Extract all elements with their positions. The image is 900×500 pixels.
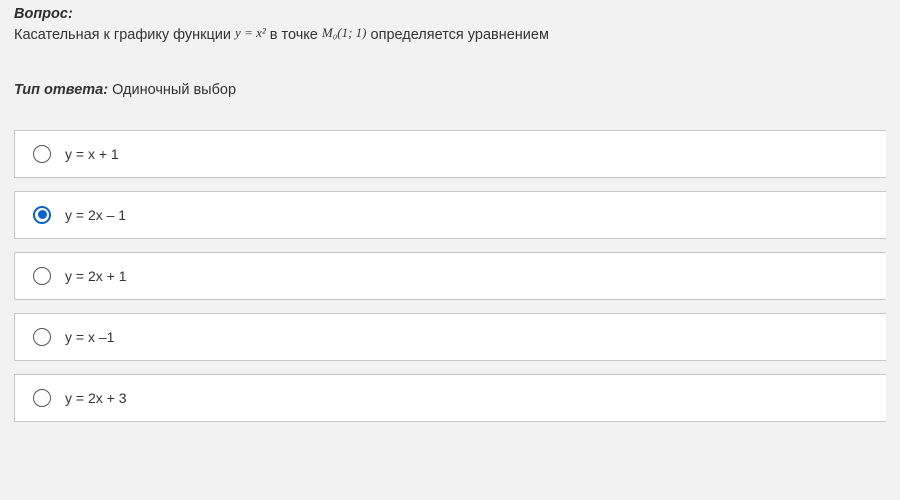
question-text: Касательная к графику функции y = x² в т… (14, 25, 886, 47)
option-3[interactable]: y = 2x + 1 (14, 252, 886, 300)
radio-icon (33, 145, 51, 163)
answer-type-value: Одиночный выбор (112, 82, 236, 98)
radio-icon (33, 328, 51, 346)
option-5[interactable]: y = 2x + 3 (14, 374, 886, 422)
radio-icon (33, 267, 51, 285)
formula-function: y = x² (235, 25, 266, 40)
option-text: y = 2x + 3 (65, 390, 126, 406)
option-text: y = 2x – 1 (65, 207, 126, 223)
radio-icon (33, 206, 51, 224)
question-part3: определяется уравнением (367, 27, 549, 43)
radio-icon (33, 389, 51, 407)
option-1[interactable]: y = x + 1 (14, 130, 886, 178)
answer-type: Тип ответа: Одиночный выбор (14, 82, 886, 98)
question-part2: в точке (266, 27, 322, 43)
option-2[interactable]: y = 2x – 1 (14, 191, 886, 239)
question-label: Вопрос: (14, 6, 886, 22)
option-4[interactable]: y = x –1 (14, 313, 886, 361)
options-list: y = x + 1 y = 2x – 1 y = 2x + 1 y = x –1… (14, 130, 886, 422)
option-text: y = 2x + 1 (65, 268, 126, 284)
question-part1: Касательная к графику функции (14, 27, 235, 43)
answer-type-label: Тип ответа: (14, 82, 108, 98)
option-text: y = x + 1 (65, 146, 119, 162)
option-text: y = x –1 (65, 329, 114, 345)
formula-point: M₀(1; 1) (322, 25, 367, 40)
